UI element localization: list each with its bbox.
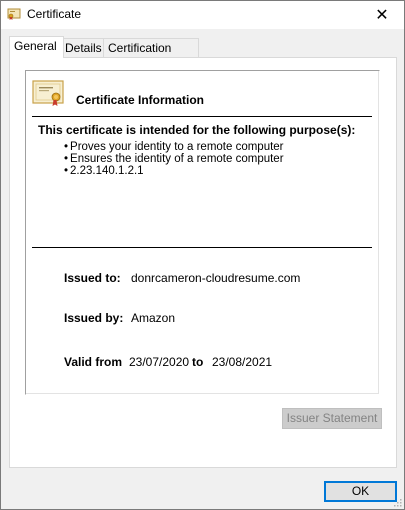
purpose-item: Ensures the identity of a remote compute… — [64, 153, 284, 165]
info-heading: Certificate Information — [76, 93, 205, 107]
close-icon: ✕ — [375, 7, 389, 24]
certificate-info-box: Certificate Information This certificate… — [25, 70, 380, 395]
issued-by-label: Issued by: — [64, 311, 124, 325]
valid-from-value: 23/07/2020 — [129, 355, 190, 369]
tab-general[interactable]: General — [9, 36, 64, 58]
title-bar[interactable]: Certificate ✕ — [1, 1, 404, 29]
certificate-dialog: Certificate ✕ General Details Certificat… — [0, 0, 405, 510]
issued-to-label: Issued to: — [64, 271, 121, 285]
ok-button[interactable]: OK — [324, 481, 397, 502]
valid-to-label: to — [192, 355, 204, 369]
separator — [32, 247, 372, 248]
window-title: Certificate — [27, 7, 82, 21]
certificate-ribbon-icon — [32, 80, 64, 106]
purpose-item: Proves your identity to a remote compute… — [64, 141, 284, 153]
issued-to-value: donrcameron-cloudresume.com — [131, 271, 301, 285]
purpose-item: 2.23.140.1.2.1 — [64, 165, 284, 177]
close-button[interactable]: ✕ — [360, 1, 404, 29]
issuer-statement-button[interactable]: Issuer Statement — [282, 408, 382, 429]
certificate-icon — [7, 8, 21, 20]
valid-to-value: 23/08/2021 — [212, 355, 273, 369]
tab-details[interactable]: Details — [60, 38, 107, 57]
tab-certification-path[interactable]: Certification Path — [103, 38, 199, 73]
resize-grip-icon[interactable] — [392, 497, 402, 507]
issued-by-value: Amazon — [131, 311, 176, 325]
purpose-list: Proves your identity to a remote compute… — [64, 141, 284, 177]
separator — [32, 116, 372, 117]
purpose-heading: This certificate is intended for the fol… — [38, 123, 356, 137]
valid-from-label: Valid from — [64, 355, 123, 369]
general-tab-panel: Certificate Information This certificate… — [9, 57, 397, 468]
